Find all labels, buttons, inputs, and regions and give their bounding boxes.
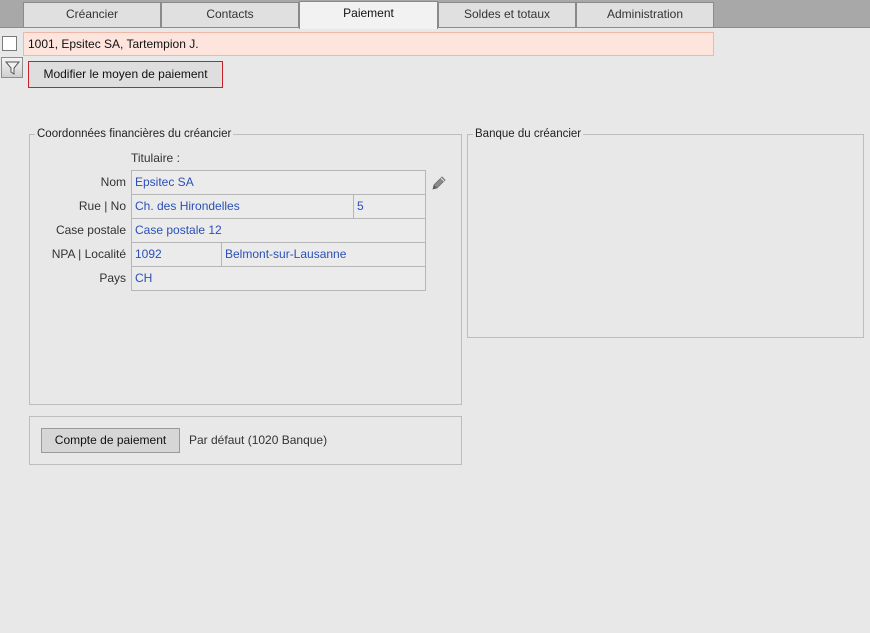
- zip-field[interactable]: 1092: [131, 242, 222, 267]
- name-field[interactable]: Epsitec SA: [131, 170, 426, 195]
- payment-account-button[interactable]: Compte de paiement: [41, 428, 180, 453]
- bank-title: Banque du créancier: [473, 128, 584, 141]
- record-header: 1001, Epsitec SA, Tartempion J.: [23, 32, 714, 56]
- tab-administration[interactable]: Administration: [576, 2, 714, 27]
- tab-contacts[interactable]: Contacts: [161, 2, 299, 27]
- country-field[interactable]: CH: [131, 266, 426, 291]
- tab-bar: Créancier Contacts Paiement Soldes et to…: [0, 0, 870, 29]
- filter-icon: [5, 61, 20, 75]
- financial-coordinates-title: Coordonnées financières du créancier: [35, 128, 234, 141]
- record-checkbox[interactable]: [2, 36, 17, 51]
- tab-soldes-et-totaux[interactable]: Soldes et totaux: [438, 2, 576, 27]
- pobox-field[interactable]: Case postale 12: [131, 218, 426, 243]
- street-label: Rue | No: [78, 199, 126, 213]
- tab-paiement[interactable]: Paiement: [299, 1, 438, 29]
- zip-city-label: NPA | Localité: [51, 247, 126, 261]
- street-number-field[interactable]: 5: [353, 194, 426, 219]
- city-field[interactable]: Belmont-sur-Lausanne: [221, 242, 426, 267]
- tab-creancier[interactable]: Créancier: [23, 2, 161, 27]
- name-label: Nom: [100, 175, 126, 189]
- modify-payment-method-button[interactable]: Modifier le moyen de paiement: [28, 61, 223, 88]
- bank-group: Banque du créancier: [467, 128, 864, 338]
- country-label: Pays: [99, 271, 126, 285]
- pencil-icon[interactable]: [430, 174, 448, 195]
- payment-account-value: Par défaut (1020 Banque): [189, 433, 328, 447]
- filter-button[interactable]: [1, 57, 23, 78]
- pobox-label: Case postale: [55, 223, 126, 237]
- holder-label: Titulaire :: [131, 151, 180, 165]
- street-field[interactable]: Ch. des Hirondelles: [131, 194, 354, 219]
